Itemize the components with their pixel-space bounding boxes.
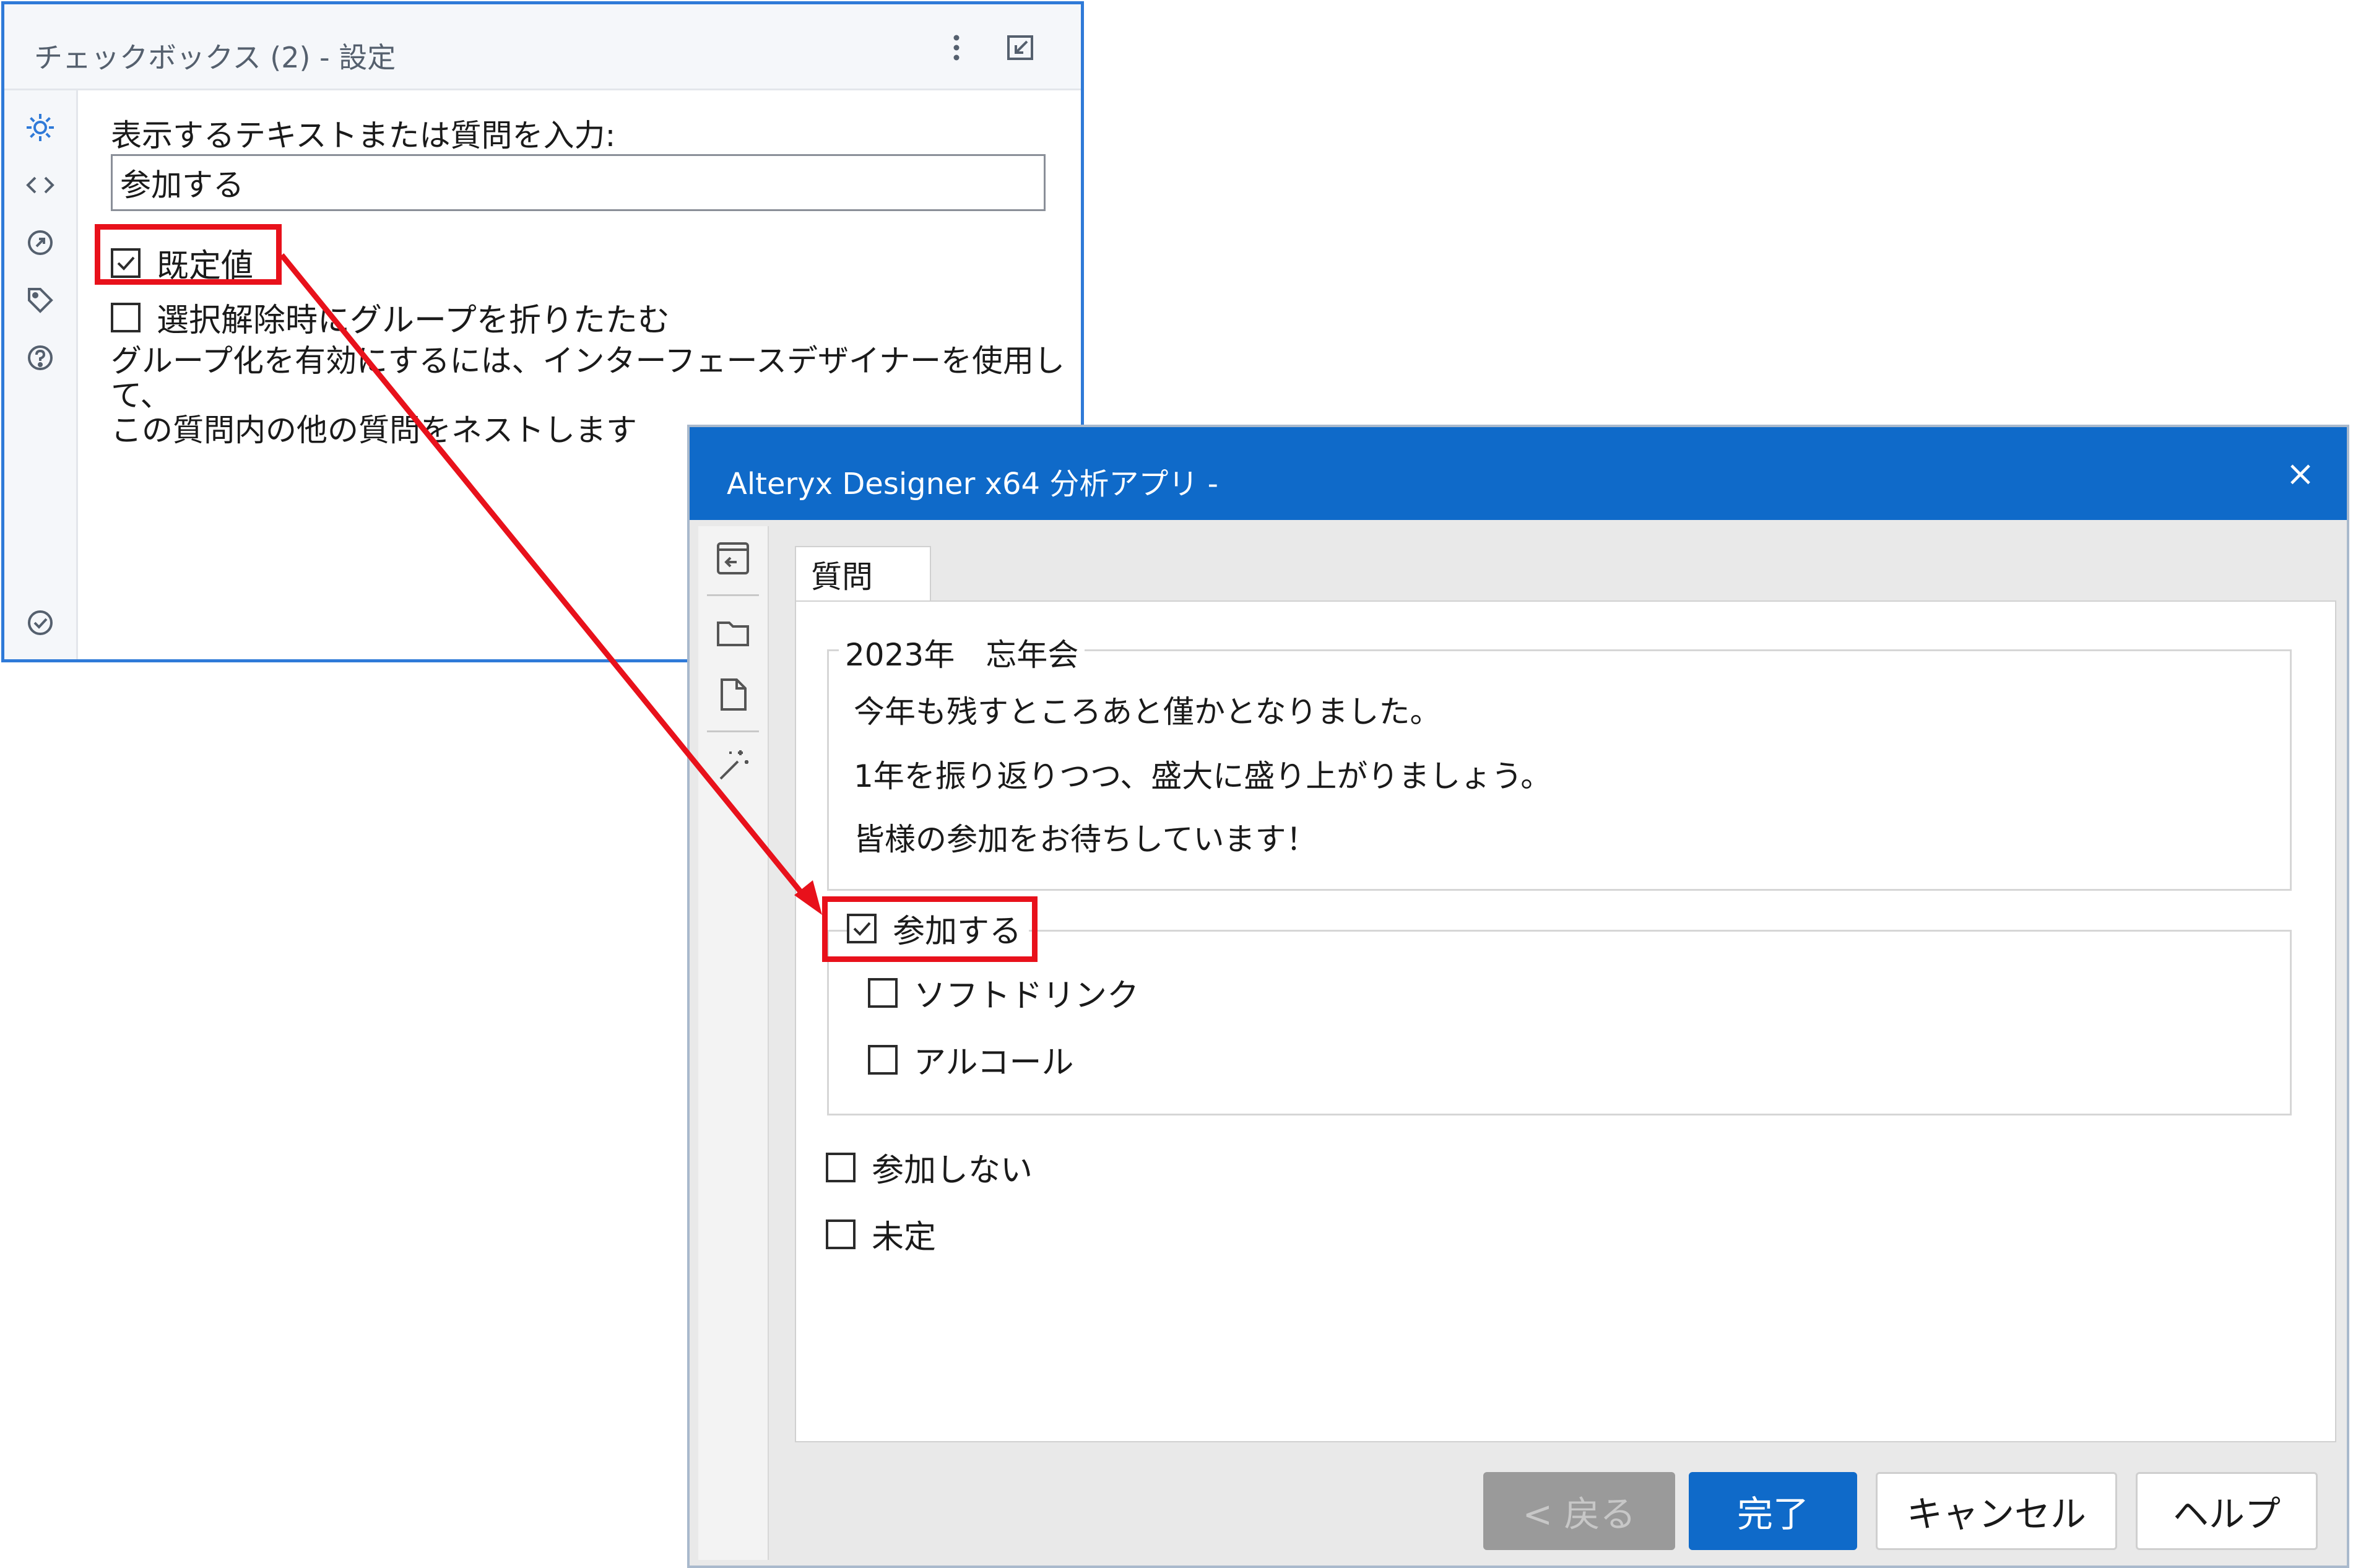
attend-highlight	[822, 896, 1038, 962]
group-text-line: 1年を振り返りつつ、盛大に盛り上がりましょう。	[854, 758, 1552, 794]
question-text-label: 表示するテキストまたは質問を入力:	[111, 118, 616, 154]
undecided-checkbox[interactable]	[826, 1219, 856, 1249]
group-text-line: 皆様の参加をお待ちしています！	[854, 821, 1317, 857]
settings-header: チェックボックス (2) - 設定	[4, 4, 1081, 90]
back-to-list-icon[interactable]	[713, 539, 753, 578]
alcohol-checkbox[interactable]	[868, 1044, 898, 1075]
alcohol-checkbox-row[interactable]: アルコール	[868, 1036, 1073, 1083]
dialog-title: Alteryx Designer x64 分析アプリ -	[727, 467, 1218, 501]
questions-panel: 2023年 忘年会 今年も残すところあと僅かとなりました。 1年を振り返りつつ、…	[795, 600, 2336, 1442]
collapse-group-label: 選択解除時にグループを折りたたむ	[157, 302, 670, 339]
collapse-group-checkbox-row[interactable]: 選択解除時にグループを折りたたむ	[111, 294, 670, 340]
question-text-input[interactable]	[111, 154, 1046, 211]
dock-icon[interactable]	[1002, 29, 1039, 66]
code-icon[interactable]	[22, 167, 59, 204]
help-button[interactable]: ヘルプ	[2136, 1472, 2318, 1550]
magic-wand-icon[interactable]	[713, 745, 753, 785]
finish-button[interactable]: 完了	[1689, 1472, 1857, 1550]
not-attend-checkbox-row[interactable]: 参加しない	[826, 1144, 1033, 1190]
back-button[interactable]: < 戻る	[1483, 1472, 1675, 1550]
undecided-checkbox-row[interactable]: 未定	[826, 1211, 936, 1257]
soft-drink-checkbox[interactable]	[868, 977, 898, 1008]
groupbox-title: 2023年 忘年会	[839, 630, 1085, 675]
cancel-button[interactable]: キャンセル	[1876, 1472, 2117, 1550]
dialog-side-rail	[698, 526, 769, 1560]
dialog-titlebar: Alteryx Designer x64 分析アプリ - ×	[690, 427, 2347, 520]
undecided-label: 未定	[872, 1219, 937, 1256]
rail-divider	[707, 730, 759, 732]
close-button[interactable]: ×	[2279, 452, 2322, 495]
analytic-app-dialog: Alteryx Designer x64 分析アプリ - × 質問 2023年 …	[687, 425, 2349, 1568]
question-link-icon[interactable]	[22, 224, 59, 261]
tag-icon[interactable]	[22, 282, 59, 319]
not-attend-checkbox[interactable]	[826, 1152, 856, 1182]
more-vertical-icon[interactable]	[938, 29, 975, 66]
soft-drink-label: ソフトドリンク	[914, 977, 1140, 1015]
folder-icon[interactable]	[713, 613, 753, 652]
group-text-line: 今年も残すところあと僅かとなりました。	[854, 694, 1441, 730]
check-circle-icon[interactable]	[22, 604, 59, 641]
default-value-highlight	[95, 224, 282, 285]
help-text-line: グループ化を有効にするには、インターフェースデザイナーを使用して、	[111, 343, 1065, 414]
event-groupbox: 2023年 忘年会 今年も残すところあと僅かとなりました。 1年を振り返りつつ、…	[827, 630, 2292, 891]
settings-side-rail	[4, 90, 78, 659]
help-icon[interactable]	[22, 339, 59, 376]
not-attend-label: 参加しない	[872, 1152, 1033, 1189]
rail-divider	[707, 594, 759, 596]
settings-title: チェックボックス (2) - 設定	[34, 41, 396, 74]
gear-icon[interactable]	[22, 109, 59, 146]
soft-drink-checkbox-row[interactable]: ソフトドリンク	[868, 969, 1139, 1016]
alcohol-label: アルコール	[914, 1044, 1074, 1081]
collapse-group-checkbox[interactable]	[111, 302, 141, 332]
tab-questions[interactable]: 質問	[795, 546, 931, 602]
file-icon[interactable]	[713, 675, 753, 714]
nested-options-box	[827, 930, 2292, 1115]
